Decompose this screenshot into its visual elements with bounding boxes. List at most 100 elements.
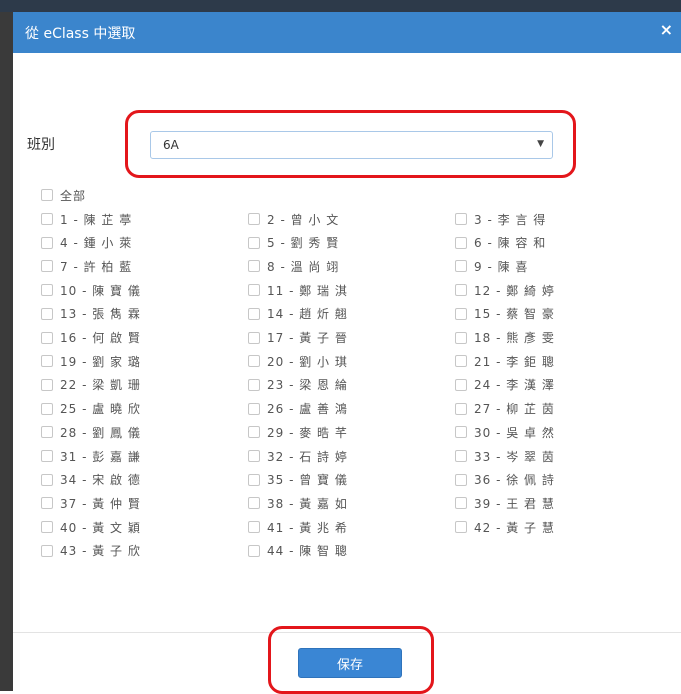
- student-checkbox-item[interactable]: 3 - 李 言 得: [455, 210, 546, 228]
- checkbox[interactable]: [455, 521, 467, 534]
- checkbox[interactable]: [248, 331, 260, 344]
- student-checkbox-item[interactable]: 38 - 黃 嘉 如: [248, 494, 348, 512]
- student-checkbox-item[interactable]: 7 - 許 柏 藍: [41, 257, 132, 275]
- student-name-label: 6 - 陳 容 和: [474, 236, 547, 251]
- student-checkbox-item[interactable]: 26 - 盧 善 鴻: [248, 400, 348, 418]
- student-checkbox-item[interactable]: 44 - 陳 智 聰: [248, 542, 348, 560]
- student-checkbox-item[interactable]: 6 - 陳 容 和: [455, 234, 546, 252]
- student-checkbox-item[interactable]: 32 - 石 詩 婷: [248, 447, 348, 465]
- student-checkbox-item[interactable]: 8 - 溫 尚 翊: [248, 257, 339, 275]
- student-checkbox-item[interactable]: 9 - 陳 喜: [455, 257, 528, 275]
- checkbox[interactable]: [41, 426, 53, 439]
- dialog-title: 從 eClass 中選取: [25, 26, 136, 42]
- student-checkbox-item[interactable]: 35 - 曾 寶 儀: [248, 471, 348, 489]
- student-name-label: 10 - 陳 寶 儀: [60, 283, 141, 298]
- checkbox[interactable]: [455, 450, 467, 462]
- checkbox[interactable]: [41, 307, 53, 320]
- student-checkbox-item[interactable]: 15 - 蔡 智 豪: [455, 305, 555, 323]
- checkbox[interactable]: [248, 402, 260, 415]
- checkbox[interactable]: [455, 260, 467, 273]
- student-checkbox-item[interactable]: 28 - 劉 鳳 儀: [41, 423, 141, 441]
- student-name-label: 4 - 鍾 小 萊: [60, 236, 133, 251]
- checkbox[interactable]: [455, 331, 467, 344]
- checkbox[interactable]: [455, 213, 467, 225]
- select-all-checkbox[interactable]: 全部: [41, 186, 86, 204]
- close-icon[interactable]: ×: [660, 21, 673, 39]
- checkbox[interactable]: [248, 355, 260, 368]
- checkbox[interactable]: [248, 307, 260, 320]
- checkbox[interactable]: [41, 521, 53, 534]
- checkbox[interactable]: [41, 544, 53, 557]
- checkbox[interactable]: [41, 189, 53, 201]
- student-checkbox-item[interactable]: 14 - 趙 炘 翹: [248, 305, 348, 323]
- checkbox[interactable]: [248, 213, 260, 225]
- student-checkbox-item[interactable]: 40 - 黃 文 穎: [41, 518, 141, 536]
- checkbox[interactable]: [248, 260, 260, 273]
- student-checkbox-item[interactable]: 36 - 徐 佩 詩: [455, 471, 555, 489]
- checkbox[interactable]: [41, 260, 53, 273]
- class-select[interactable]: 6A ▼: [150, 131, 553, 159]
- student-checkbox-item[interactable]: 25 - 盧 曉 欣: [41, 400, 141, 418]
- student-checkbox-item[interactable]: 29 - 麥 晧 芊: [248, 423, 348, 441]
- checkbox[interactable]: [455, 236, 467, 249]
- student-checkbox-item[interactable]: 13 - 張 雋 霖: [41, 305, 141, 323]
- student-checkbox-item[interactable]: 22 - 梁 凱 珊: [41, 376, 141, 394]
- checkbox[interactable]: [248, 497, 260, 510]
- checkbox[interactable]: [248, 473, 260, 486]
- checkbox[interactable]: [455, 355, 467, 368]
- checkbox[interactable]: [248, 521, 260, 534]
- save-button[interactable]: 保存: [298, 648, 402, 678]
- checkbox[interactable]: [248, 544, 260, 557]
- checkbox[interactable]: [248, 450, 260, 462]
- student-checkbox-item[interactable]: 30 - 吳 卓 然: [455, 423, 555, 441]
- checkbox[interactable]: [41, 473, 53, 486]
- student-checkbox-item[interactable]: 5 - 劉 秀 賢: [248, 234, 339, 252]
- checkbox[interactable]: [248, 236, 260, 249]
- checkbox[interactable]: [41, 497, 53, 510]
- checkbox[interactable]: [455, 426, 467, 439]
- student-checkbox-item[interactable]: 23 - 梁 恩 綸: [248, 376, 348, 394]
- student-checkbox-item[interactable]: 18 - 熊 彥 雯: [455, 329, 555, 347]
- checkbox[interactable]: [455, 307, 467, 320]
- student-checkbox-item[interactable]: 12 - 鄭 綺 婷: [455, 281, 555, 299]
- student-checkbox-item[interactable]: 39 - 王 君 慧: [455, 494, 555, 512]
- checkbox[interactable]: [41, 331, 53, 344]
- student-checkbox-item[interactable]: 41 - 黃 兆 希: [248, 518, 348, 536]
- student-checkbox-item[interactable]: 16 - 何 啟 賢: [41, 329, 141, 347]
- student-checkbox-item[interactable]: 24 - 李 漢 澤: [455, 376, 555, 394]
- student-checkbox-item[interactable]: 31 - 彭 嘉 謙: [41, 447, 141, 465]
- student-checkbox-item[interactable]: 19 - 劉 家 璐: [41, 352, 141, 370]
- student-checkbox-item[interactable]: 21 - 李 鉅 聰: [455, 352, 555, 370]
- checkbox[interactable]: [41, 402, 53, 415]
- student-checkbox-item[interactable]: 1 - 陳 芷 葶: [41, 210, 132, 228]
- checkbox[interactable]: [248, 284, 260, 297]
- student-checkbox-item[interactable]: 10 - 陳 寶 儀: [41, 281, 141, 299]
- student-name-label: 39 - 王 君 慧: [474, 496, 555, 511]
- student-checkbox-item[interactable]: 43 - 黃 子 欣: [41, 542, 141, 560]
- student-checkbox-item[interactable]: 33 - 岑 翠 茵: [455, 447, 555, 465]
- checkbox[interactable]: [41, 236, 53, 249]
- checkbox[interactable]: [41, 450, 53, 462]
- student-checkbox-item[interactable]: 20 - 劉 小 琪: [248, 352, 348, 370]
- student-checkbox-item[interactable]: 34 - 宋 啟 德: [41, 471, 141, 489]
- student-checkbox-item[interactable]: 17 - 黃 子 晉: [248, 329, 348, 347]
- checkbox[interactable]: [41, 213, 53, 225]
- checkbox[interactable]: [455, 497, 467, 510]
- checkbox[interactable]: [41, 378, 53, 391]
- checkbox[interactable]: [41, 355, 53, 368]
- chevron-down-icon: ▼: [537, 139, 544, 149]
- student-checkbox-item[interactable]: 42 - 黃 子 慧: [455, 518, 555, 536]
- checkbox[interactable]: [41, 284, 53, 297]
- checkbox[interactable]: [455, 402, 467, 415]
- checkbox[interactable]: [248, 378, 260, 391]
- student-checkbox-item[interactable]: 27 - 柳 芷 茵: [455, 400, 555, 418]
- checkbox[interactable]: [455, 378, 467, 391]
- student-checkbox-item[interactable]: 2 - 曾 小 文: [248, 210, 339, 228]
- checkbox[interactable]: [455, 473, 467, 486]
- checkbox[interactable]: [248, 426, 260, 439]
- checkbox[interactable]: [455, 284, 467, 297]
- student-name-label: 2 - 曾 小 文: [267, 212, 340, 227]
- student-checkbox-item[interactable]: 37 - 黃 仲 賢: [41, 494, 141, 512]
- student-checkbox-item[interactable]: 11 - 鄭 瑞 淇: [248, 281, 348, 299]
- student-checkbox-item[interactable]: 4 - 鍾 小 萊: [41, 234, 132, 252]
